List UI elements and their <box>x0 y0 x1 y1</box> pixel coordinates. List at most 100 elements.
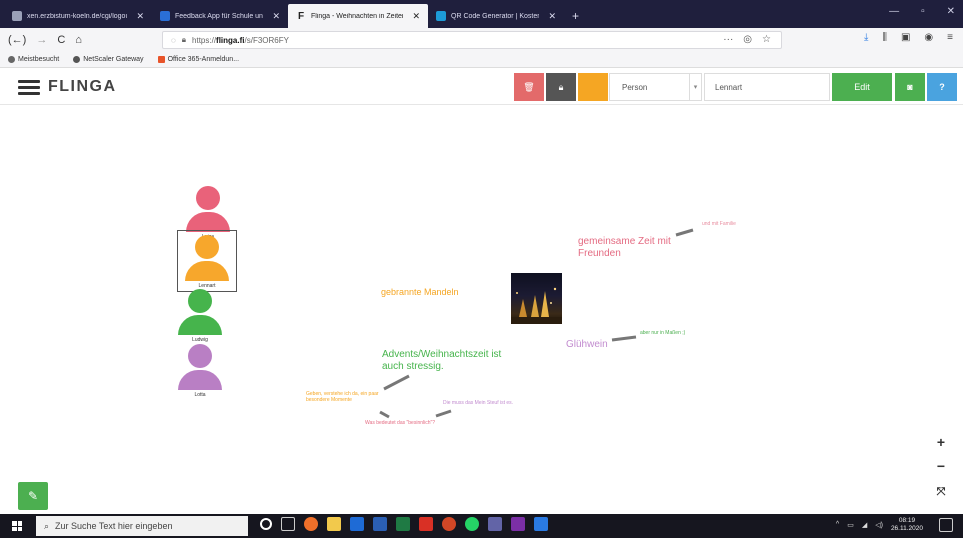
windows-start-icon[interactable] <box>12 521 22 531</box>
back-icon[interactable]: (←) <box>8 34 26 46</box>
gear-icon <box>8 56 15 63</box>
cortana-icon[interactable] <box>260 518 272 530</box>
bookmark-office365[interactable]: Office 365-Anmeldun... <box>157 56 239 63</box>
menu-icon[interactable]: ≡ <box>947 32 953 43</box>
windows-taskbar: ⌕ Zur Suche Text hier eingeben ^ ▭ ◢ ◁) … <box>0 514 963 538</box>
task-view-icon[interactable] <box>281 517 295 531</box>
bookmarks-bar: Meistbesucht NetScaler Gateway Office 36… <box>0 52 963 68</box>
close-icon[interactable]: ✕ <box>412 11 420 22</box>
whatsapp-icon[interactable] <box>465 517 479 531</box>
note-besinnlich[interactable]: Was bedeutet das "besinnlich"? <box>365 420 435 427</box>
lock-button[interactable]: 🔒︎ <box>546 73 576 101</box>
delete-button[interactable]: 🗑︎ <box>514 73 544 101</box>
chevron-down-icon: ▾ <box>689 74 701 100</box>
library-icon[interactable]: ⫼ <box>882 32 887 43</box>
chevron-up-icon[interactable]: ^ <box>836 521 839 528</box>
volume-icon[interactable]: ◁) <box>875 521 883 529</box>
globe-icon <box>73 56 81 63</box>
pdf-icon[interactable] <box>419 517 433 531</box>
christmas-market-image[interactable] <box>511 273 562 324</box>
pencil-icon: ✎ <box>27 489 39 503</box>
trash-icon: 🗑︎ <box>523 81 535 92</box>
pocket-icon[interactable]: ◎ <box>743 34 752 45</box>
note-momente[interactable]: Geben, verstehe ich da, ein paar besonde… <box>306 391 382 404</box>
connector-lines <box>379 228 694 419</box>
search-icon: ⌕ <box>44 520 50 531</box>
minimize-icon[interactable]: — <box>889 6 899 17</box>
bookmark-meistbesucht[interactable]: Meistbesucht <box>8 56 59 63</box>
battery-icon[interactable]: ▭ <box>847 521 854 529</box>
word-icon[interactable] <box>373 517 387 531</box>
firefox-icon[interactable] <box>304 517 318 531</box>
connector-line <box>379 410 390 419</box>
onenote-icon[interactable] <box>511 517 525 531</box>
notification-icon[interactable] <box>939 518 953 532</box>
browser-navbar: (←) → C ⌂ ◌ 🔒︎ https://flinga.fi/s/F3OR6… <box>0 28 963 52</box>
lock-icon: 🔒︎ <box>558 81 564 92</box>
qr-page-icon <box>436 11 446 21</box>
address-bar[interactable]: ◌ 🔒︎ https://flinga.fi/s/F3OR6FY ··· ◎ ☆ <box>162 31 782 49</box>
excel-icon[interactable] <box>396 517 410 531</box>
taskbar-apps <box>260 517 548 531</box>
help-icon: ? <box>939 82 945 92</box>
office-icon <box>157 56 165 63</box>
browser-tab-flinga[interactable]: F Flinga - Weihnachten in Zeiten ✕ <box>288 4 428 28</box>
bookmark-netscaler[interactable]: NetScaler Gateway <box>73 56 144 63</box>
connector-line <box>611 335 637 342</box>
close-window-icon[interactable]: ✕ <box>947 6 955 17</box>
browser-tab-logout[interactable]: xen.erzbistum-koeln.de/cgi/logout ✕ <box>4 4 152 28</box>
reload-icon[interactable]: C <box>57 34 65 46</box>
zoom-in-button[interactable]: + <box>929 430 953 454</box>
note-mein-steuf[interactable]: Die muss das Mein Steuf ist es. <box>443 400 513 407</box>
page-icon <box>160 11 170 21</box>
download-icon[interactable]: ⤓ <box>864 32 868 43</box>
app-icon[interactable] <box>534 517 548 531</box>
window-controls: — ▫ ✕ <box>889 6 955 17</box>
fit-screen-icon[interactable]: ⤧ <box>929 480 953 504</box>
camera-button[interactable]: ◙ <box>895 73 925 101</box>
name-input[interactable] <box>704 73 830 101</box>
camera-icon: ◙ <box>907 82 913 92</box>
hamburger-menu-icon[interactable] <box>18 80 40 95</box>
note-familie[interactable]: und mit Familie <box>702 221 736 228</box>
bookmark-star-icon[interactable]: ☆ <box>762 34 771 45</box>
taskbar-search[interactable]: ⌕ Zur Suche Text hier eingeben <box>36 516 248 536</box>
browser-tab-qr[interactable]: QR Code Generator | Kostenlos ✕ <box>428 4 564 28</box>
close-icon[interactable]: ✕ <box>548 11 556 22</box>
forward-icon[interactable]: → <box>36 34 47 46</box>
maximize-icon[interactable]: ▫ <box>921 6 925 17</box>
color-picker-button[interactable] <box>578 73 608 101</box>
note-advents-stressig[interactable]: Advents/Weihnachtszeit ist auch stressig… <box>382 349 517 372</box>
browser-tab-feedback[interactable]: Feedback App für Schule und U ✕ <box>152 4 288 28</box>
browser-tab-strip: xen.erzbistum-koeln.de/cgi/logout ✕ Feed… <box>0 0 963 28</box>
page-icon <box>12 11 22 21</box>
note-gemeinsame-zeit[interactable]: gemeinsame Zeit mit Freunden <box>578 236 678 259</box>
connector-line <box>675 228 694 237</box>
note-gluehwein[interactable]: Glühwein <box>566 339 608 351</box>
lock-icon: 🔒︎ <box>181 35 187 44</box>
account-icon[interactable]: ◉ <box>924 32 933 43</box>
teams-icon[interactable] <box>488 517 502 531</box>
note-gebrannte-mandeln[interactable]: gebrannte Mandeln <box>381 287 459 297</box>
powerpoint-icon[interactable] <box>442 517 456 531</box>
outlook-icon[interactable] <box>350 517 364 531</box>
new-tab-button[interactable]: + <box>564 4 587 28</box>
close-icon[interactable]: ✕ <box>136 11 144 22</box>
shield-icon: ◌ <box>171 35 176 45</box>
tab-label: Flinga - Weihnachten in Zeiten <box>311 12 404 20</box>
add-note-button[interactable]: ✎ <box>18 482 48 510</box>
edit-button[interactable]: Edit <box>832 73 892 101</box>
person-select[interactable]: Person ▾ <box>609 73 702 101</box>
more-icon[interactable]: ··· <box>723 34 733 45</box>
flinga-logo: FLINGA <box>48 78 117 95</box>
home-icon[interactable]: ⌂ <box>75 34 82 46</box>
network-icon[interactable]: ◢ <box>862 521 867 529</box>
taskbar-clock[interactable]: 08:19 26.11.2020 <box>891 517 923 533</box>
note-massen[interactable]: aber nur in Maßen ;) <box>640 330 685 337</box>
help-button[interactable]: ? <box>927 73 957 101</box>
file-explorer-icon[interactable] <box>327 517 341 531</box>
sidebar-icon[interactable]: ▣ <box>901 32 910 43</box>
whiteboard-canvas[interactable]: Luisa Lennart Ludwig Lotta <box>0 106 963 514</box>
zoom-out-button[interactable]: − <box>929 454 953 478</box>
close-icon[interactable]: ✕ <box>272 11 280 22</box>
